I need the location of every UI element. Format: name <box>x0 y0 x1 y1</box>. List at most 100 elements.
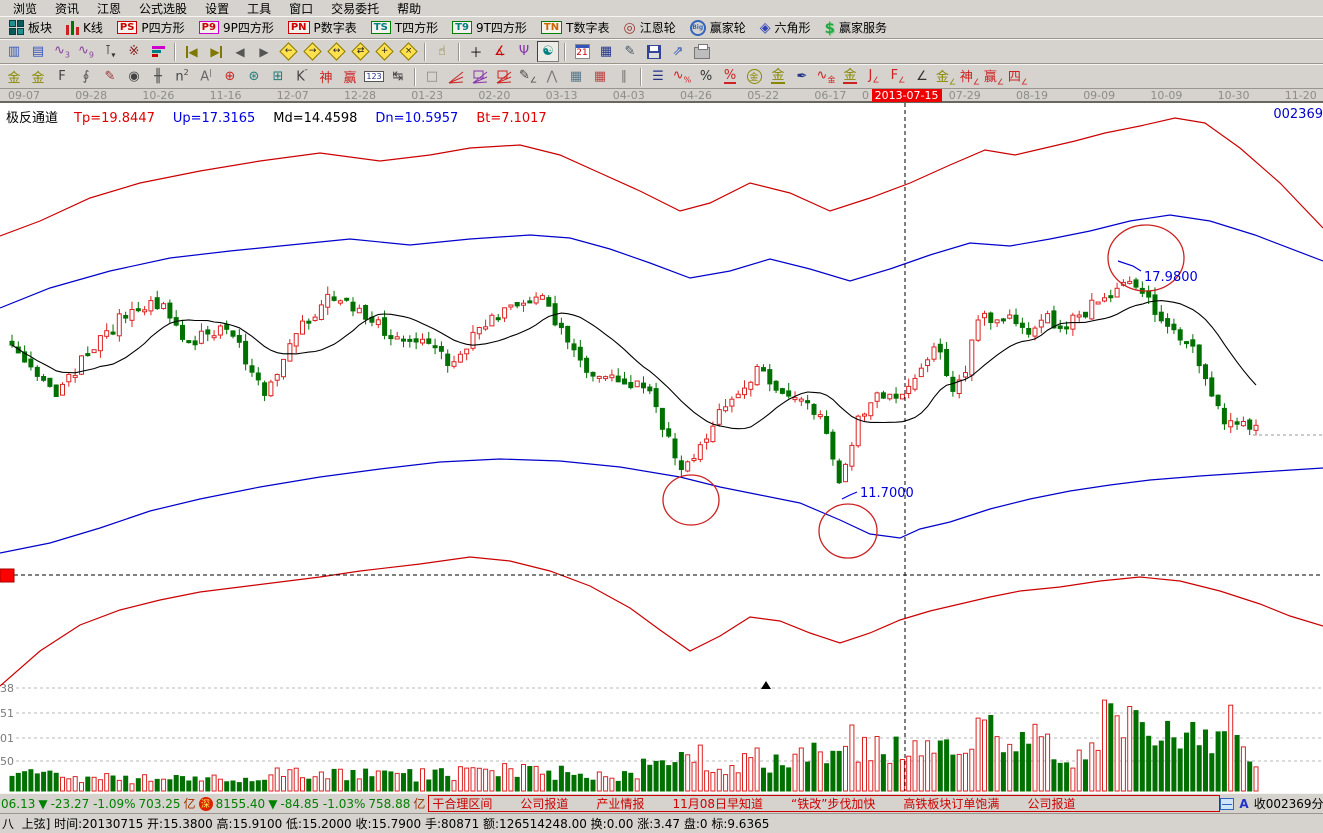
menu-item-7[interactable]: 交易委托 <box>322 0 388 18</box>
candle-style-icon[interactable]: ⊺▾ <box>99 41 121 62</box>
menu-item-0[interactable]: 浏览 <box>4 0 46 18</box>
menu-item-1[interactable]: 资讯 <box>46 0 88 18</box>
j-angle-icon[interactable]: J∠ <box>863 66 885 87</box>
save-icon[interactable] <box>643 41 665 62</box>
fib-ruler-icon[interactable]: F <box>51 66 73 87</box>
parallel-icon[interactable]: ∥ <box>613 66 635 87</box>
shift-left-icon[interactable]: ← <box>277 41 299 62</box>
speed-fan-icon[interactable] <box>445 66 467 87</box>
notes-icon[interactable]: ✎ <box>619 41 641 62</box>
price-ladder-icon[interactable]: ☰ <box>647 66 669 87</box>
shift-right-icon[interactable]: → <box>301 41 323 62</box>
gold-redline-icon[interactable]: 金 <box>839 66 861 87</box>
t-number-button[interactable]: TNT数字表 <box>534 17 617 38</box>
spiral-icon[interactable]: ∮ <box>75 66 97 87</box>
percent-icon[interactable]: % <box>695 66 717 87</box>
p9-square-button[interactable]: P99P四方形 <box>192 17 281 38</box>
comb-icon[interactable]: ╫ <box>147 66 169 87</box>
si-angle-icon[interactable]: 四∠ <box>1007 66 1029 87</box>
web-icon[interactable]: ⊛ <box>243 66 265 87</box>
period-chart-icon[interactable]: ▥ <box>3 41 25 62</box>
sector-button[interactable]: 板块 <box>2 17 59 38</box>
expand-icon[interactable]: + <box>373 41 395 62</box>
news-headline[interactable]: 公司报道 <box>520 795 568 812</box>
full-view-icon[interactable]: × <box>397 41 419 62</box>
gold-angle-icon[interactable]: 金∠ <box>935 66 957 87</box>
percent-line-icon[interactable]: % <box>719 66 741 87</box>
news-headline[interactable]: 公司报道 <box>1027 795 1075 812</box>
grid-target-icon[interactable]: ⊞ <box>267 66 289 87</box>
winner-service-button[interactable]: $赢家服务 <box>818 17 894 38</box>
news-headline[interactable]: 干合理区间 <box>432 795 492 812</box>
nav-first-icon[interactable]: ◀ <box>181 41 203 62</box>
shen-tool-icon[interactable]: 神 <box>315 66 337 87</box>
news-headline[interactable]: “铁改”步伐加快 <box>791 795 875 812</box>
t9-square-button[interactable]: T99T四方形 <box>445 17 534 38</box>
zoom-h-icon[interactable]: ↔ <box>325 41 347 62</box>
calendar-icon[interactable]: 21 <box>571 41 593 62</box>
nav-prev-icon[interactable]: ◀ <box>229 41 251 62</box>
angle-icon[interactable]: ∠ <box>911 66 933 87</box>
nav-last-icon[interactable]: ▶ <box>205 41 227 62</box>
mirror-icon[interactable]: A| <box>195 66 217 87</box>
crosshair-icon[interactable]: ＋ <box>465 41 487 62</box>
chart-area[interactable]: 3851015017.980011.7000 极反通道Tp=19.8447Up=… <box>0 103 1323 793</box>
font-icon[interactable]: A <box>1239 797 1248 811</box>
width-measure-icon[interactable]: ↹ <box>387 66 409 87</box>
brain-icon[interactable]: ☯ <box>537 41 559 62</box>
grid-red-icon[interactable]: ▦ <box>589 66 611 87</box>
ying-tool-icon[interactable]: 赢 <box>339 66 361 87</box>
gold-circle-icon[interactable]: 金 <box>743 66 765 87</box>
ruler-123-icon[interactable]: 123 <box>363 66 385 87</box>
fan-grid-icon[interactable] <box>493 66 515 87</box>
t-square-button[interactable]: TST四方形 <box>364 17 445 38</box>
circle-cross-icon[interactable]: ⊕ <box>219 66 241 87</box>
circle-ruler-icon[interactable]: ◉ <box>123 66 145 87</box>
split-pane-icon[interactable] <box>1220 798 1234 810</box>
chart-canvas[interactable]: 3851015017.980011.7000 <box>0 103 1323 793</box>
nav-next-icon[interactable]: ▶ <box>253 41 275 62</box>
menu-item-2[interactable]: 江恩 <box>88 0 130 18</box>
k-wave-icon[interactable]: K″ <box>291 66 313 87</box>
gann-tool-icon[interactable]: Ψ <box>513 41 535 62</box>
news-headline[interactable]: 高铁板块订单饱满 <box>903 795 999 812</box>
news-headline[interactable]: 产业情报 <box>596 795 644 812</box>
percent-wave-icon[interactable]: ∿% <box>671 66 693 87</box>
calculator-icon[interactable]: ▦ <box>595 41 617 62</box>
ink-brush-icon[interactable]: ✒ <box>791 66 813 87</box>
news-headline[interactable]: 11月08日早知道 <box>672 795 763 812</box>
compress-icon[interactable]: ⇄ <box>349 41 371 62</box>
gann-wheel-button[interactable]: ◎江恩轮 <box>616 17 682 38</box>
print-icon[interactable] <box>691 41 713 62</box>
gann-gold-a-icon[interactable]: 金 <box>3 66 25 87</box>
hammer-icon[interactable]: ✎ <box>99 66 121 87</box>
p-square-button[interactable]: PSP四方形 <box>110 17 192 38</box>
p-number-button[interactable]: PNP数字表 <box>281 17 364 38</box>
menu-item-4[interactable]: 设置 <box>196 0 238 18</box>
wave-gold-icon[interactable]: ∿金 <box>815 66 837 87</box>
histogram-icon[interactable] <box>147 41 169 62</box>
wave-3-icon[interactable]: ∿3 <box>51 41 73 62</box>
hand-tool-icon[interactable]: ☝ <box>431 41 453 62</box>
shen-angle-icon[interactable]: 神∠ <box>959 66 981 87</box>
pattern-icon[interactable]: ※ <box>123 41 145 62</box>
gold-underline-icon[interactable]: 金 <box>767 66 789 87</box>
angle-measure-icon[interactable]: ∡ <box>489 41 511 62</box>
f-angle-icon[interactable]: F∠ <box>887 66 909 87</box>
zigzag-icon[interactable]: ⋀ <box>541 66 563 87</box>
trend-pencil-icon[interactable]: ✎∠ <box>517 66 539 87</box>
gann-gold-b-icon[interactable]: 金 <box>27 66 49 87</box>
fan-box-icon[interactable] <box>469 66 491 87</box>
wave-9-icon[interactable]: ∿9 <box>75 41 97 62</box>
menu-item-5[interactable]: 工具 <box>238 0 280 18</box>
n2-icon[interactable]: n2 <box>171 66 193 87</box>
menu-item-8[interactable]: 帮助 <box>388 0 430 18</box>
menu-item-6[interactable]: 窗口 <box>280 0 322 18</box>
grid-blue-icon[interactable]: ▦ <box>565 66 587 87</box>
hexagon-button[interactable]: ◈六角形 <box>753 17 818 38</box>
menu-item-3[interactable]: 公式选股 <box>130 0 196 18</box>
kline-button[interactable]: K线 <box>59 17 110 38</box>
box-select-icon[interactable]: □ <box>421 66 443 87</box>
f10-info-icon[interactable]: ▤ <box>27 41 49 62</box>
winner-wheel-button[interactable]: Big赢家轮 <box>683 17 753 38</box>
